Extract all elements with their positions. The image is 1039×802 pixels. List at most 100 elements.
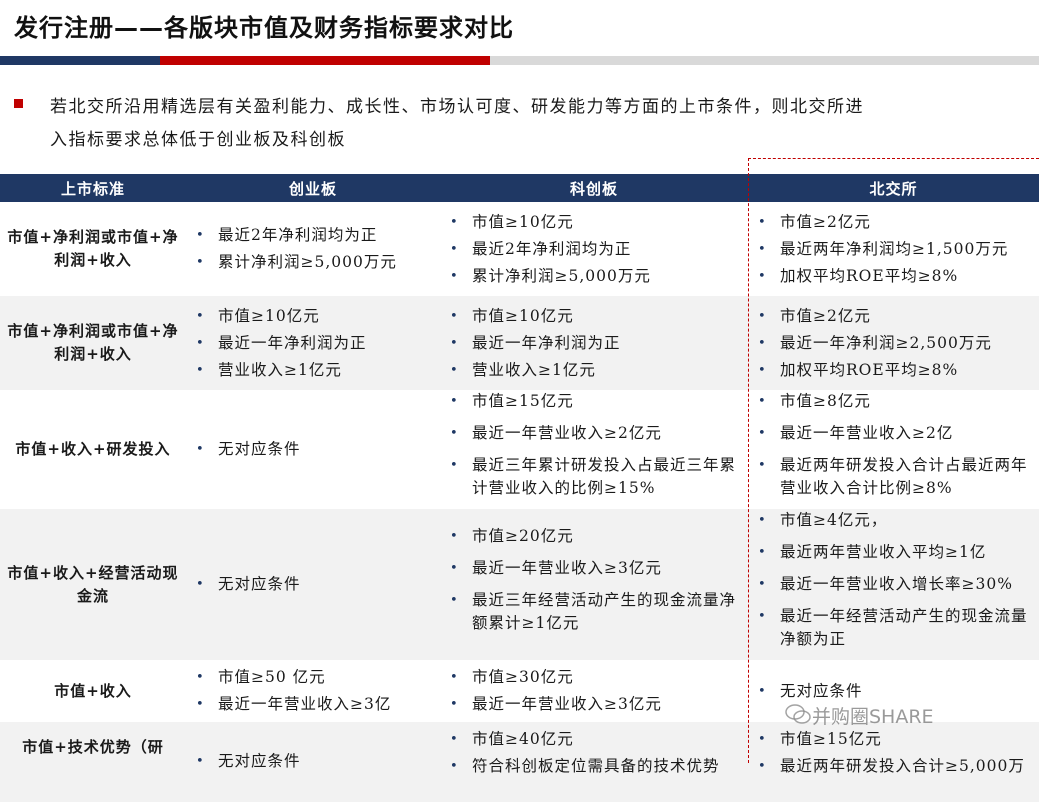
- criterion: 最近三年累计研发投入占最近三年累计营业收入的比例≥15%: [448, 454, 748, 500]
- criterion: 最近两年净利润均≥1,500万元: [756, 238, 1039, 261]
- bse-cell: 市值≥15亿元 最近两年研发投入合计≥5,000万: [748, 722, 1039, 802]
- header-chinext: 创业板: [186, 174, 440, 202]
- criterion: 最近一年净利润为正: [448, 332, 748, 355]
- criterion: 市值≥2亿元: [756, 305, 1039, 328]
- chinext-cell: 市值≥10亿元 最近一年净利润为正 营业收入≥1亿元: [186, 296, 440, 390]
- square-bullet-icon: [14, 99, 23, 108]
- table-row: 市值+技术优势（研 无对应条件 市值≥40亿元 符合科创板定位需具备的技术优势 …: [0, 722, 1039, 802]
- criteria-list: 市值≥10亿元 最近2年净利润均为正 累计净利润≥5,000万元: [440, 211, 748, 288]
- criterion: 最近一年营业收入增长率≥30%: [756, 573, 1039, 596]
- criterion: 市值≥30亿元: [448, 666, 748, 689]
- chinext-cell: 无对应条件: [186, 722, 440, 802]
- criterion: 最近2年净利润均为正: [194, 224, 440, 247]
- criteria-list: 市值≥20亿元 最近一年营业收入≥3亿元 最近三年经营活动产生的现金流量净额累计…: [440, 525, 748, 635]
- criterion: 最近一年营业收入≥2亿: [756, 422, 1039, 445]
- criterion: 最近一年营业收入≥2亿元: [448, 422, 748, 445]
- underline-red-segment: [160, 56, 490, 65]
- criteria-list: 市值≥15亿元 最近一年营业收入≥2亿元 最近三年累计研发投入占最近三年累计营业…: [440, 390, 748, 500]
- criterion: 无对应条件: [756, 680, 1039, 703]
- criteria-list: 市值≥2亿元 最近一年净利润≥2,500万元 加权平均ROE平均≥8%: [748, 305, 1039, 382]
- criterion: 市值≥10亿元: [448, 211, 748, 234]
- criteria-list: 市值≥30亿元 最近一年营业收入≥3亿元: [440, 666, 748, 716]
- criterion: 最近三年经营活动产生的现金流量净额累计≥1亿元: [448, 589, 748, 635]
- criterion: 市值≥10亿元: [448, 305, 748, 328]
- bse-cell: 市值≥2亿元 最近两年净利润均≥1,500万元 加权平均ROE平均≥8%: [748, 202, 1039, 296]
- chinext-cell: 最近2年净利润均为正 累计净利润≥5,000万元: [186, 202, 440, 296]
- criterion: 最近2年净利润均为正: [448, 238, 748, 261]
- criteria-list: 市值≥8亿元 最近一年营业收入≥2亿 最近两年研发投入合计占最近两年营业收入合计…: [748, 390, 1039, 500]
- star-cell: 市值≥30亿元 最近一年营业收入≥3亿元: [440, 660, 748, 722]
- listing-standard: 市值+收入+经营活动现金流: [0, 509, 186, 660]
- watermark-text: 并购圈SHARE: [812, 706, 934, 728]
- wechat-icon: [785, 704, 811, 724]
- criterion: 市值≥2亿元: [756, 211, 1039, 234]
- criterion: 无对应条件: [194, 438, 440, 461]
- chinext-cell: 无对应条件: [186, 390, 440, 509]
- criterion: 最近一年净利润为正: [194, 332, 440, 355]
- criterion: 符合科创板定位需具备的技术优势: [448, 755, 748, 778]
- criteria-list: 最近2年净利润均为正 累计净利润≥5,000万元: [186, 224, 440, 274]
- page-title: 发行注册——各版块市值及财务指标要求对比: [14, 14, 514, 42]
- star-cell: 市值≥10亿元 最近2年净利润均为正 累计净利润≥5,000万元: [440, 202, 748, 296]
- chinext-cell: 市值≥50 亿元 最近一年营业收入≥3亿: [186, 660, 440, 722]
- listing-standard: 市值+净利润或市值+净利润+收入: [0, 202, 186, 296]
- criteria-list: 市值≥15亿元 最近两年研发投入合计≥5,000万: [748, 728, 1039, 778]
- criteria-list: 市值≥10亿元 最近一年净利润为正 营业收入≥1亿元: [440, 305, 748, 382]
- listing-standard: 市值+净利润或市值+净利润+收入: [0, 296, 186, 390]
- listing-standard: 市值+收入: [0, 660, 186, 722]
- header-bse: 北交所: [748, 174, 1039, 202]
- criterion: 最近一年营业收入≥3亿元: [448, 693, 748, 716]
- criterion: 市值≥50 亿元: [194, 666, 440, 689]
- criterion: 累计净利润≥5,000万元: [448, 265, 748, 288]
- listing-standard: 市值+收入+研发投入: [0, 390, 186, 509]
- criterion: 累计净利润≥5,000万元: [194, 251, 440, 274]
- criteria-list: 市值≥40亿元 符合科创板定位需具备的技术优势: [440, 728, 748, 778]
- criterion: 市值≥40亿元: [448, 728, 748, 751]
- criterion: 市值≥15亿元: [448, 390, 748, 413]
- criterion: 营业收入≥1亿元: [448, 359, 748, 382]
- criterion: 无对应条件: [194, 573, 440, 596]
- criteria-list: 市值≥50 亿元 最近一年营业收入≥3亿: [186, 666, 440, 716]
- criterion: 加权平均ROE平均≥8%: [756, 265, 1039, 288]
- criteria-list: 无对应条件: [186, 573, 440, 596]
- underline-gray-segment: [490, 56, 1039, 65]
- criterion: 最近一年净利润≥2,500万元: [756, 332, 1039, 355]
- table-row: 市值+净利润或市值+净利润+收入 市值≥10亿元 最近一年净利润为正 营业收入≥…: [0, 296, 1039, 390]
- underline-navy-segment: [0, 56, 160, 65]
- criterion: 市值≥10亿元: [194, 305, 440, 328]
- table-row: 市值+收入+经营活动现金流 无对应条件 市值≥20亿元 最近一年营业收入≥3亿元…: [0, 509, 1039, 660]
- header-star-market: 科创板: [440, 174, 748, 202]
- title-underline-bar: [0, 56, 1039, 65]
- header-standard: 上市标准: [0, 174, 186, 202]
- criteria-list: 无对应条件: [186, 750, 440, 773]
- criterion: 最近一年营业收入≥3亿元: [448, 557, 748, 580]
- criteria-list: 市值≥10亿元 最近一年净利润为正 营业收入≥1亿元: [186, 305, 440, 382]
- criteria-list: 无对应条件: [748, 680, 1039, 703]
- star-cell: 市值≥10亿元 最近一年净利润为正 营业收入≥1亿元: [440, 296, 748, 390]
- criterion: 市值≥8亿元: [756, 390, 1039, 413]
- criterion: 最近两年营业收入平均≥1亿: [756, 541, 1039, 564]
- intro-line-2: 入指标要求总体低于创业板及科创板: [50, 130, 346, 150]
- intro-line-1: 若北交所沿用精选层有关盈利能力、成长性、市场认可度、研发能力等方面的上市条件，则…: [50, 97, 864, 117]
- criteria-list: 市值≥4亿元， 最近两年营业收入平均≥1亿 最近一年营业收入增长率≥30% 最近…: [748, 509, 1039, 651]
- criterion: 最近两年研发投入合计≥5,000万: [756, 755, 1039, 778]
- criterion: 加权平均ROE平均≥8%: [756, 359, 1039, 382]
- criterion: 营业收入≥1亿元: [194, 359, 440, 382]
- bse-cell: 市值≥8亿元 最近一年营业收入≥2亿 最近两年研发投入合计占最近两年营业收入合计…: [748, 390, 1039, 509]
- bse-cell: 市值≥4亿元， 最近两年营业收入平均≥1亿 最近一年营业收入增长率≥30% 最近…: [748, 509, 1039, 660]
- criteria-list: 市值≥2亿元 最近两年净利润均≥1,500万元 加权平均ROE平均≥8%: [748, 211, 1039, 288]
- star-cell: 市值≥40亿元 符合科创板定位需具备的技术优势: [440, 722, 748, 802]
- star-cell: 市值≥20亿元 最近一年营业收入≥3亿元 最近三年经营活动产生的现金流量净额累计…: [440, 509, 748, 660]
- listing-standard: 市值+技术优势（研: [0, 722, 186, 802]
- criterion: 市值≥4亿元，: [756, 509, 1039, 532]
- criterion: 最近两年研发投入合计占最近两年营业收入合计比例≥8%: [756, 454, 1039, 500]
- criterion: 市值≥20亿元: [448, 525, 748, 548]
- intro-paragraph: 若北交所沿用精选层有关盈利能力、成长性、市场认可度、研发能力等方面的上市条件，则…: [50, 91, 1039, 157]
- chinext-cell: 无对应条件: [186, 509, 440, 660]
- criterion: 市值≥15亿元: [756, 728, 1039, 751]
- criterion: 最近一年经营活动产生的现金流量净额为正: [756, 605, 1039, 651]
- criterion: 无对应条件: [194, 750, 440, 773]
- criteria-list: 无对应条件: [186, 438, 440, 461]
- table-header-row: 上市标准 创业板 科创板 北交所: [0, 174, 1039, 202]
- table-row: 市值+净利润或市值+净利润+收入 最近2年净利润均为正 累计净利润≥5,000万…: [0, 202, 1039, 296]
